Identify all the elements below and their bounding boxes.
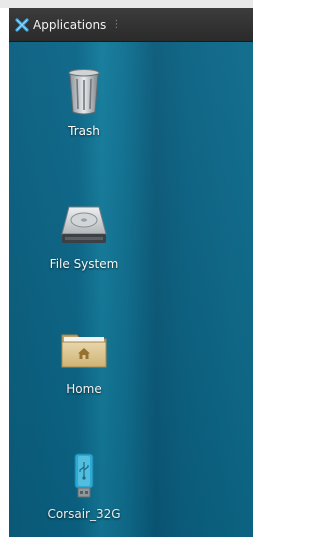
top-panel: Applications ⋮: [9, 8, 253, 42]
desktop: Trash File System Home Corsair_32G: [9, 42, 253, 537]
top-strip: [0, 0, 253, 8]
hard-drive-icon: [56, 197, 112, 253]
desktop-icon-home[interactable]: Home: [9, 322, 159, 396]
home-folder-icon: [56, 322, 112, 378]
desktop-icon-label: Home: [66, 382, 102, 396]
usb-drive-icon: [56, 447, 112, 503]
applications-menu-label: Applications: [33, 17, 107, 32]
desktop-icon-corsair-32g[interactable]: Corsair_32G: [9, 447, 159, 521]
applications-menu-button[interactable]: Applications ⋮: [11, 11, 125, 38]
trash-icon: [56, 64, 112, 120]
screen: Applications ⋮ Trash File System Home Co…: [0, 0, 253, 537]
desktop-icon-label: File System: [49, 257, 119, 271]
desktop-icon-file-system[interactable]: File System: [9, 197, 159, 271]
desktop-icon-label: Corsair_32G: [47, 507, 121, 521]
xfce-logo-icon: [15, 17, 29, 32]
desktop-icon-label: Trash: [68, 124, 100, 138]
desktop-icon-trash[interactable]: Trash: [9, 64, 159, 138]
panel-separator: ⋮: [111, 19, 122, 30]
